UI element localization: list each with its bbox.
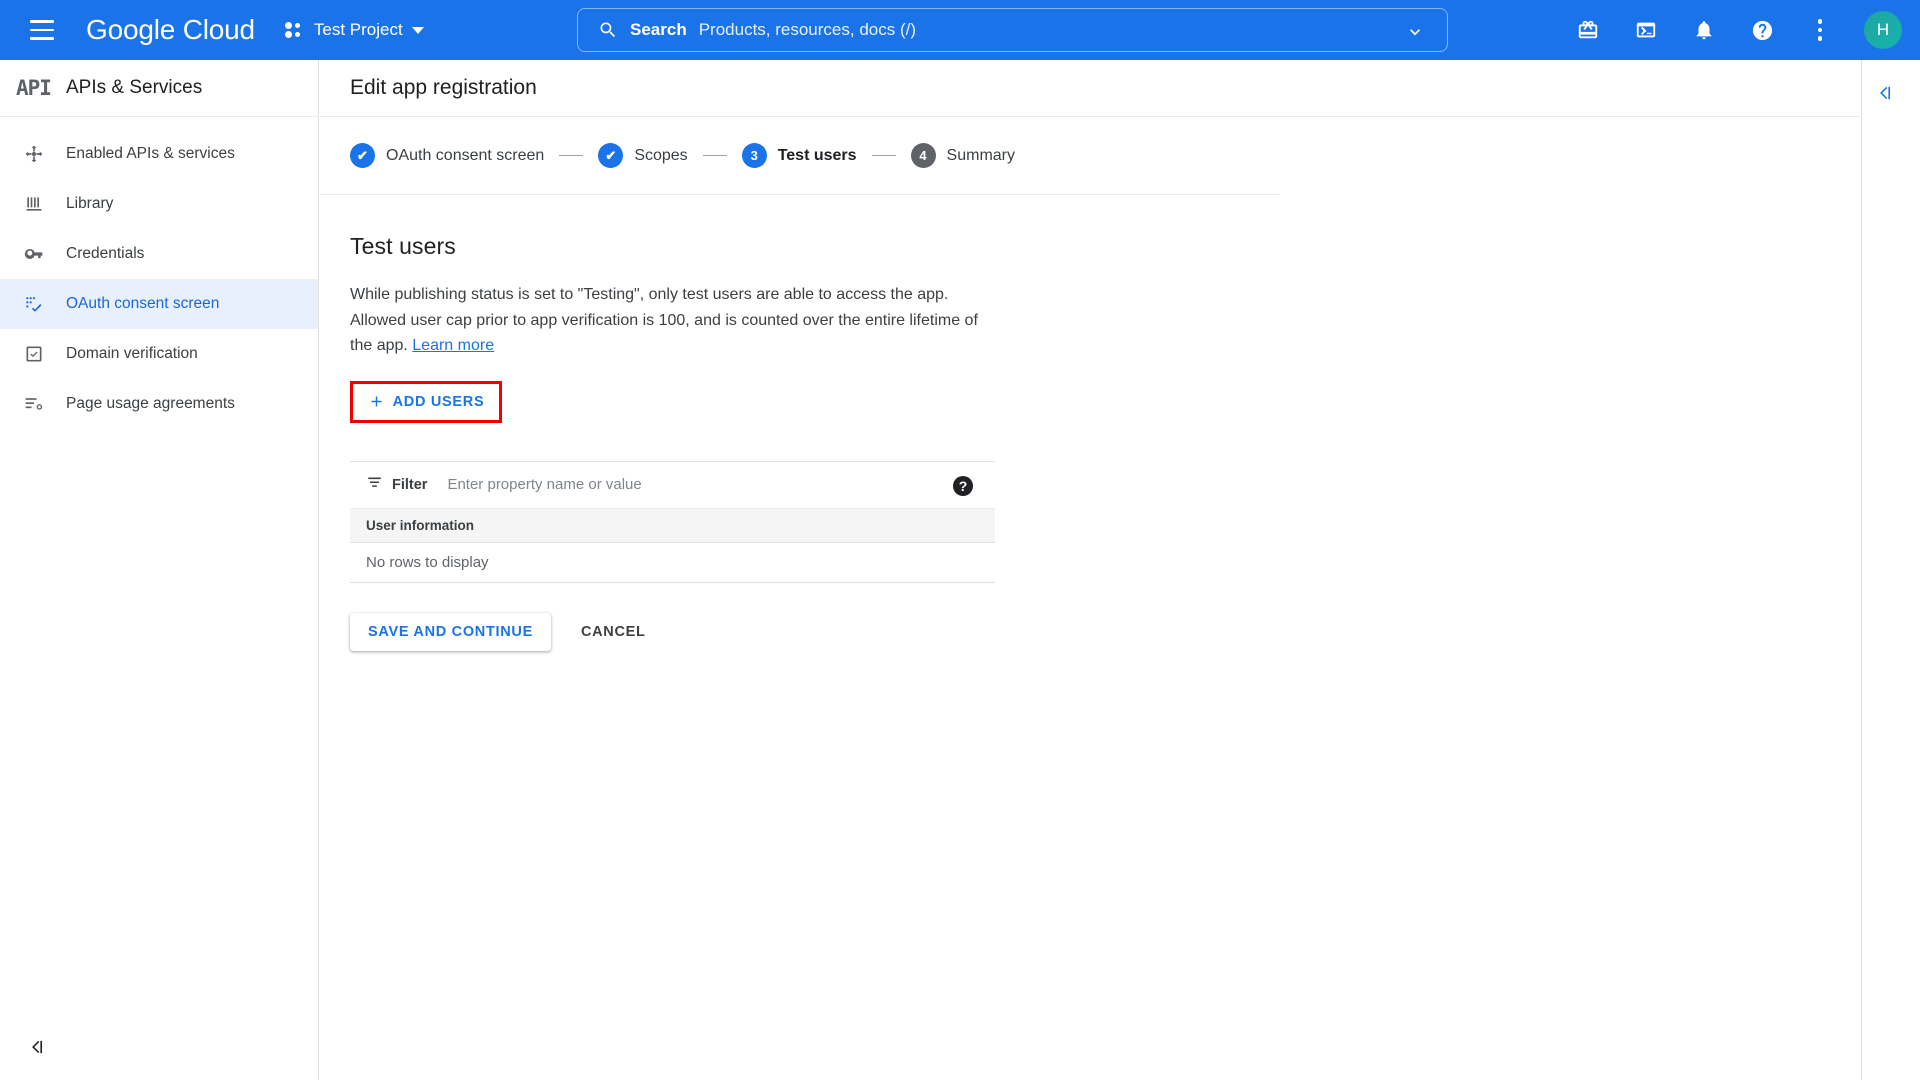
project-dots-icon (284, 20, 305, 40)
filter-input[interactable]: Enter property name or value (447, 476, 641, 493)
page-title: Edit app registration (350, 76, 537, 99)
step-divider (559, 155, 584, 156)
main-content: Test users While publishing status is se… (320, 195, 1860, 651)
filter-label: Filter (392, 476, 428, 493)
sidebar-item-credentials[interactable]: Credentials (0, 229, 318, 279)
table-empty-row: No rows to display (350, 543, 995, 583)
terminal-icon[interactable] (1628, 12, 1664, 48)
section-heading: Test users (350, 233, 456, 259)
table-empty-message: No rows to display (366, 553, 489, 571)
step-divider (702, 155, 727, 156)
step-circle-done: ✔ (350, 143, 375, 168)
collapse-left-icon (1880, 86, 1891, 100)
right-side-panel (1861, 60, 1920, 1080)
collapse-left-icon (32, 1040, 43, 1054)
library-icon (24, 194, 60, 214)
step-circle-done: ✔ (598, 143, 624, 168)
brand-cloud: Cloud (182, 14, 255, 45)
brand-google: Google (86, 14, 176, 45)
sidebar-item-label: OAuth consent screen (66, 295, 220, 312)
sidebar-nav-list: Enabled APIs & services Library Credenti… (0, 117, 318, 429)
step-label: Summary (946, 146, 1015, 164)
step-divider (871, 155, 896, 156)
learn-more-link[interactable]: Learn more (412, 337, 494, 354)
domain-verification-icon (24, 344, 60, 364)
step-oauth-consent-screen[interactable]: ✔ OAuth consent screen (350, 143, 544, 168)
right-panel-collapse-button[interactable] (1874, 82, 1920, 104)
step-scopes[interactable]: ✔ Scopes (598, 143, 688, 168)
filter-bar[interactable]: Filter Enter property name or value ? (350, 460, 995, 509)
cancel-button[interactable]: CANCEL (567, 613, 660, 651)
filter-icon (366, 474, 383, 496)
help-icon[interactable] (1744, 12, 1780, 48)
step-label: OAuth consent screen (386, 146, 545, 164)
enabled-apis-icon (24, 144, 60, 164)
sidebar-item-page-usage-agreements[interactable]: Page usage agreements (0, 379, 318, 429)
hamburger-icon[interactable] (18, 6, 66, 54)
sidebar-item-label: Enabled APIs & services (66, 145, 235, 162)
plus-icon (371, 396, 382, 407)
main-panel: Edit app registration ✔ OAuth consent sc… (320, 60, 1860, 1080)
sidebar-collapse-button[interactable] (26, 1036, 48, 1058)
avatar[interactable]: H (1864, 11, 1902, 49)
search-chevron-down-icon[interactable] (1405, 22, 1425, 42)
wizard-stepper: ✔ OAuth consent screen ✔ Scopes 3 Test u… (320, 117, 1280, 195)
step-summary[interactable]: 4 Summary (910, 143, 1015, 168)
bell-icon[interactable] (1686, 12, 1722, 48)
filter-help-icon[interactable]: ? (953, 475, 973, 496)
add-users-button[interactable]: ADD USERS (353, 383, 499, 420)
table-header-row: User information (350, 508, 995, 543)
sidebar-title: APIs & Services (66, 77, 203, 98)
sidebar-header: API APIs & Services (0, 60, 318, 117)
project-selector[interactable]: Test Project (284, 20, 424, 40)
more-vert-icon[interactable] (1802, 12, 1838, 48)
project-name: Test Project (313, 20, 403, 39)
page-usage-icon (24, 394, 60, 414)
top-app-bar: Google Cloud Test Project Search Product… (0, 0, 1920, 60)
section-description: While publishing status is set to "Testi… (350, 282, 1000, 359)
sidebar-item-library[interactable]: Library (0, 179, 318, 229)
search-label: Search (630, 20, 687, 39)
chevron-down-icon (411, 26, 424, 34)
sidebar-item-enabled-apis[interactable]: Enabled APIs & services (0, 129, 318, 179)
step-circle-current: 3 (741, 143, 767, 168)
add-users-highlight-box: ADD USERS (350, 380, 502, 423)
search-bar[interactable]: Search Products, resources, docs (/) (577, 8, 1448, 52)
oauth-consent-icon (24, 294, 60, 314)
sidebar-item-domain-verification[interactable]: Domain verification (0, 329, 318, 379)
sidebar-item-label: Domain verification (66, 345, 198, 362)
sidebar-item-label: Library (66, 195, 114, 212)
key-icon (24, 244, 60, 264)
search-input[interactable]: Products, resources, docs (/) (699, 20, 916, 40)
sidebar-item-label: Page usage agreements (66, 395, 235, 412)
add-users-label: ADD USERS (392, 393, 485, 410)
sidebar-item-oauth-consent-screen[interactable]: OAuth consent screen (0, 279, 318, 329)
google-cloud-logo[interactable]: Google Cloud (86, 14, 255, 46)
api-logo-icon: API (16, 76, 52, 100)
form-actions: SAVE AND CONTINUE CANCEL (350, 612, 1860, 651)
test-users-table: Filter Enter property name or value ? Us… (350, 460, 995, 583)
gift-icon[interactable] (1570, 12, 1606, 48)
table-column-header: User information (366, 517, 475, 533)
top-bar-actions: H (1570, 0, 1902, 60)
search-icon (600, 22, 616, 38)
save-and-continue-button[interactable]: SAVE AND CONTINUE (350, 612, 551, 651)
step-label: Test users (777, 146, 857, 164)
step-test-users[interactable]: 3 Test users (741, 143, 857, 168)
page-header: Edit app registration (320, 60, 1860, 117)
sidebar-item-label: Credentials (66, 245, 145, 262)
sidebar: API APIs & Services Enabled APIs & servi… (0, 60, 319, 1080)
step-label: Scopes (634, 146, 688, 164)
step-circle-pending: 4 (910, 143, 936, 168)
